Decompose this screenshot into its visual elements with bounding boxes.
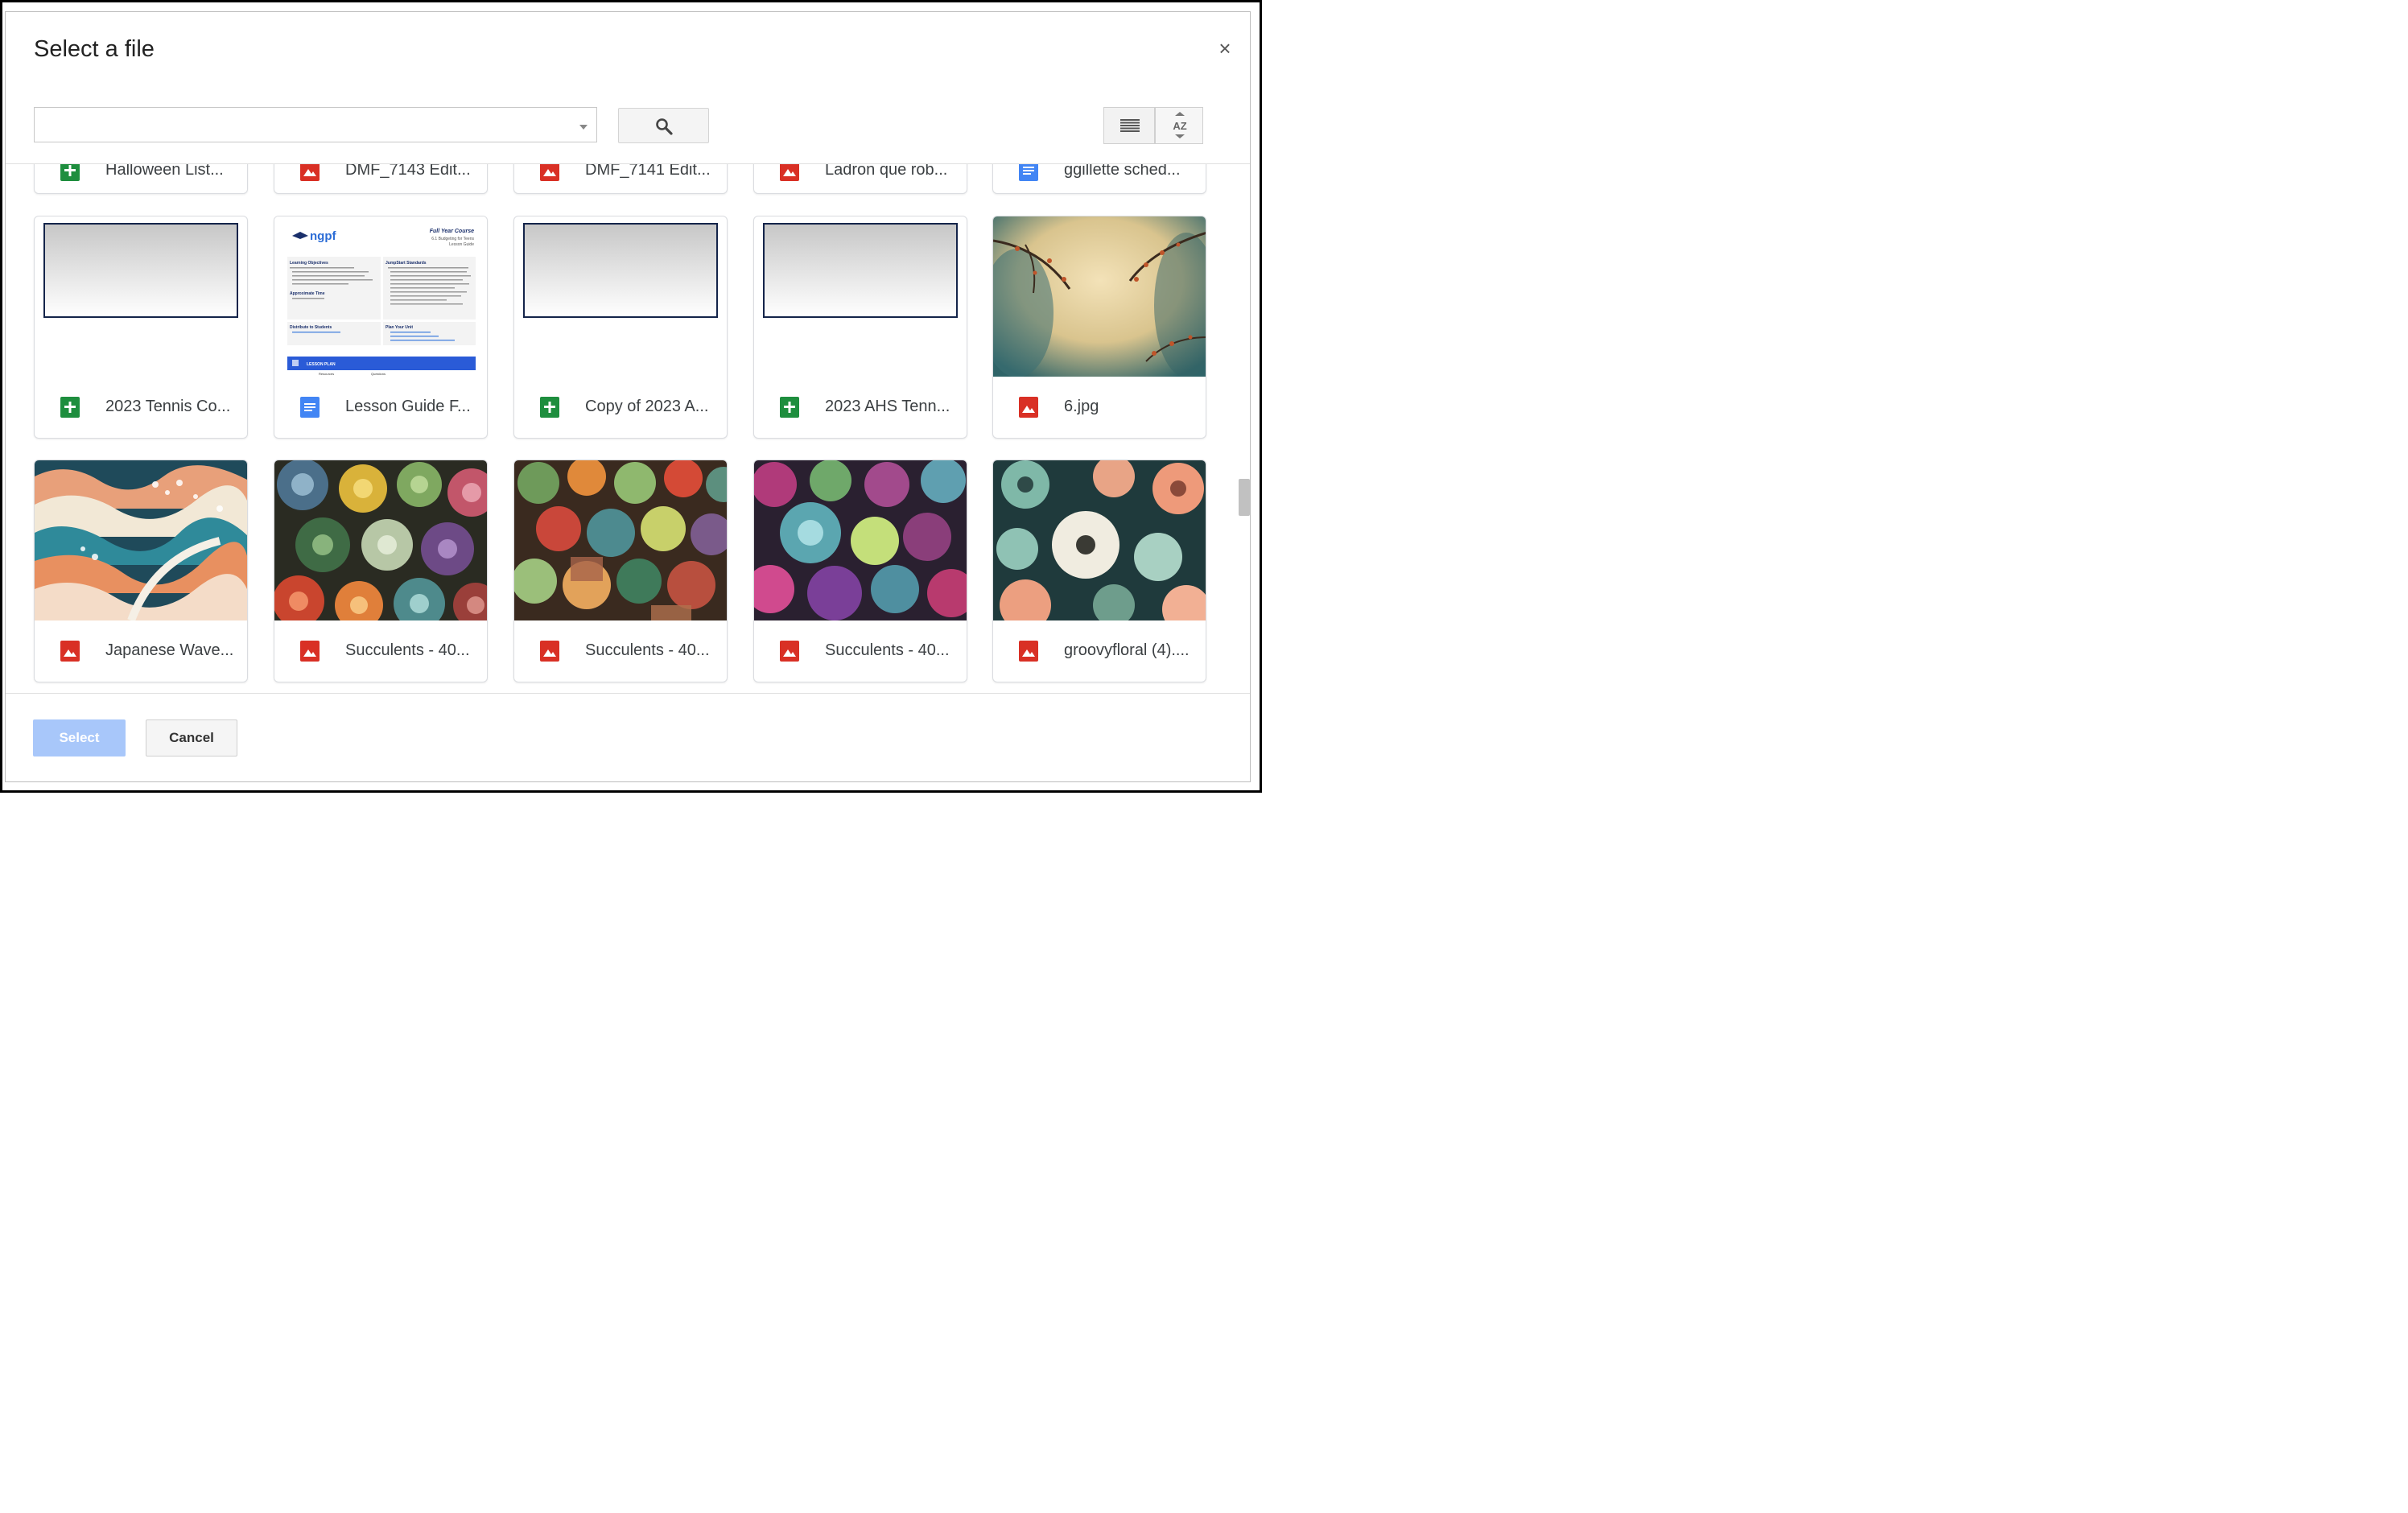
- sort-az-icon: AZ: [1173, 112, 1187, 138]
- file-card[interactable]: Succulents - 40...: [753, 460, 967, 682]
- file-grid: Halloween List... DMF_7143 Edit... DMF_7…: [6, 164, 1250, 692]
- file-thumbnail: [993, 216, 1206, 377]
- ngpf-logo: ngpf: [310, 229, 336, 243]
- file-name: Succulents - 40...: [825, 641, 950, 659]
- file-name: 2023 AHS Tenn...: [825, 398, 950, 415]
- search-dropdown-arrow-icon[interactable]: [579, 125, 588, 130]
- file-card[interactable]: Japanese Wave...: [34, 460, 248, 682]
- file-thumbnail: [35, 216, 247, 377]
- file-name: DMF_7143 Edit...: [345, 164, 471, 179]
- sort-button[interactable]: AZ: [1155, 107, 1203, 144]
- image-icon: [540, 164, 559, 181]
- lesson-heading: Full Year Course: [430, 229, 474, 234]
- search-input[interactable]: [34, 107, 597, 142]
- file-card[interactable]: DMF_7143 Edit...: [274, 164, 488, 194]
- search-icon: [656, 118, 673, 135]
- file-name: 6.jpg: [1064, 398, 1099, 415]
- file-name: Succulents - 40...: [585, 641, 710, 659]
- file-card[interactable]: DMF_7141 Edit...: [513, 164, 728, 194]
- list-view-icon: [1120, 119, 1140, 132]
- sort-label: AZ: [1173, 120, 1186, 132]
- file-card[interactable]: 2023 Tennis Co...: [34, 216, 248, 439]
- image-icon: [60, 641, 80, 662]
- file-name: Japanese Wave...: [105, 641, 234, 659]
- file-name: 2023 Tennis Co...: [105, 398, 231, 415]
- scrollbar-thumb[interactable]: [1239, 479, 1250, 516]
- file-thumbnail: [514, 216, 727, 377]
- file-thumbnail: [35, 460, 247, 620]
- file-card[interactable]: Copy of 2023 A...: [513, 216, 728, 439]
- select-button[interactable]: Select: [33, 719, 126, 756]
- file-name: DMF_7141 Edit...: [585, 164, 711, 179]
- lesson-col-1: Resources: [319, 372, 334, 376]
- sheets-icon: [780, 397, 799, 418]
- image-icon: [1019, 641, 1038, 662]
- file-thumbnail: [993, 460, 1206, 620]
- docs-icon: [300, 397, 320, 418]
- file-card[interactable]: ggillette sched...: [992, 164, 1206, 194]
- footer-divider: [6, 693, 1250, 694]
- image-icon: [300, 164, 320, 181]
- lesson-subheading: 6.1 Budgeting for Teens: [431, 237, 474, 241]
- file-name: Copy of 2023 A...: [585, 398, 709, 415]
- image-icon: [780, 164, 799, 181]
- file-card[interactable]: ngpf Full Year Course 6.1 Budgeting for …: [274, 216, 488, 439]
- file-name: Succulents - 40...: [345, 641, 470, 659]
- file-name: ggillette sched...: [1064, 164, 1181, 179]
- sheets-icon: [60, 397, 80, 418]
- file-thumbnail: [754, 460, 967, 620]
- file-picker-dialog: Select a file × AZ Halloween List... DMF…: [5, 11, 1251, 782]
- file-name: groovyfloral (4)....: [1064, 641, 1190, 659]
- file-card[interactable]: Halloween List...: [34, 164, 248, 194]
- image-icon: [300, 641, 320, 662]
- image-icon: [780, 641, 799, 662]
- file-thumbnail: [514, 460, 727, 620]
- sheets-icon: [60, 164, 80, 181]
- file-name: Lesson Guide F...: [345, 398, 471, 415]
- lesson-section-1: Learning Objectives: [290, 261, 328, 266]
- file-card[interactable]: Succulents - 40...: [274, 460, 488, 682]
- file-thumbnail: ngpf Full Year Course 6.1 Budgeting for …: [274, 216, 487, 377]
- image-icon: [540, 641, 559, 662]
- image-icon: [1019, 397, 1038, 418]
- dialog-title: Select a file: [34, 36, 155, 62]
- file-card[interactable]: Succulents - 40...: [513, 460, 728, 682]
- lesson-section-2: JumpStart Standards: [386, 261, 427, 266]
- docs-icon: [1019, 164, 1038, 181]
- cancel-button[interactable]: Cancel: [146, 719, 237, 756]
- lesson-section-5: Plan Your Unit: [386, 325, 413, 330]
- file-card[interactable]: 6.jpg: [992, 216, 1206, 439]
- sheets-icon: [540, 397, 559, 418]
- file-thumbnail: [754, 216, 967, 377]
- lesson-plan-band: LESSON PLAN: [307, 362, 336, 367]
- lesson-section-3: Approximate Time: [290, 291, 325, 296]
- close-icon[interactable]: ×: [1215, 38, 1235, 59]
- search-button[interactable]: [618, 108, 709, 143]
- file-thumbnail: [274, 460, 487, 620]
- lesson-col-2: Questions: [371, 372, 386, 376]
- file-card[interactable]: groovyfloral (4)....: [992, 460, 1206, 682]
- lesson-section-4: Distribute to Students: [290, 325, 332, 330]
- file-card[interactable]: Ladron que rob...: [753, 164, 967, 194]
- lesson-subheading-2: Lesson Guide: [449, 242, 474, 247]
- file-card[interactable]: 2023 AHS Tenn...: [753, 216, 967, 439]
- list-view-button[interactable]: [1103, 107, 1155, 144]
- file-name: Ladron que rob...: [825, 164, 948, 179]
- file-name: Halloween List...: [105, 164, 224, 179]
